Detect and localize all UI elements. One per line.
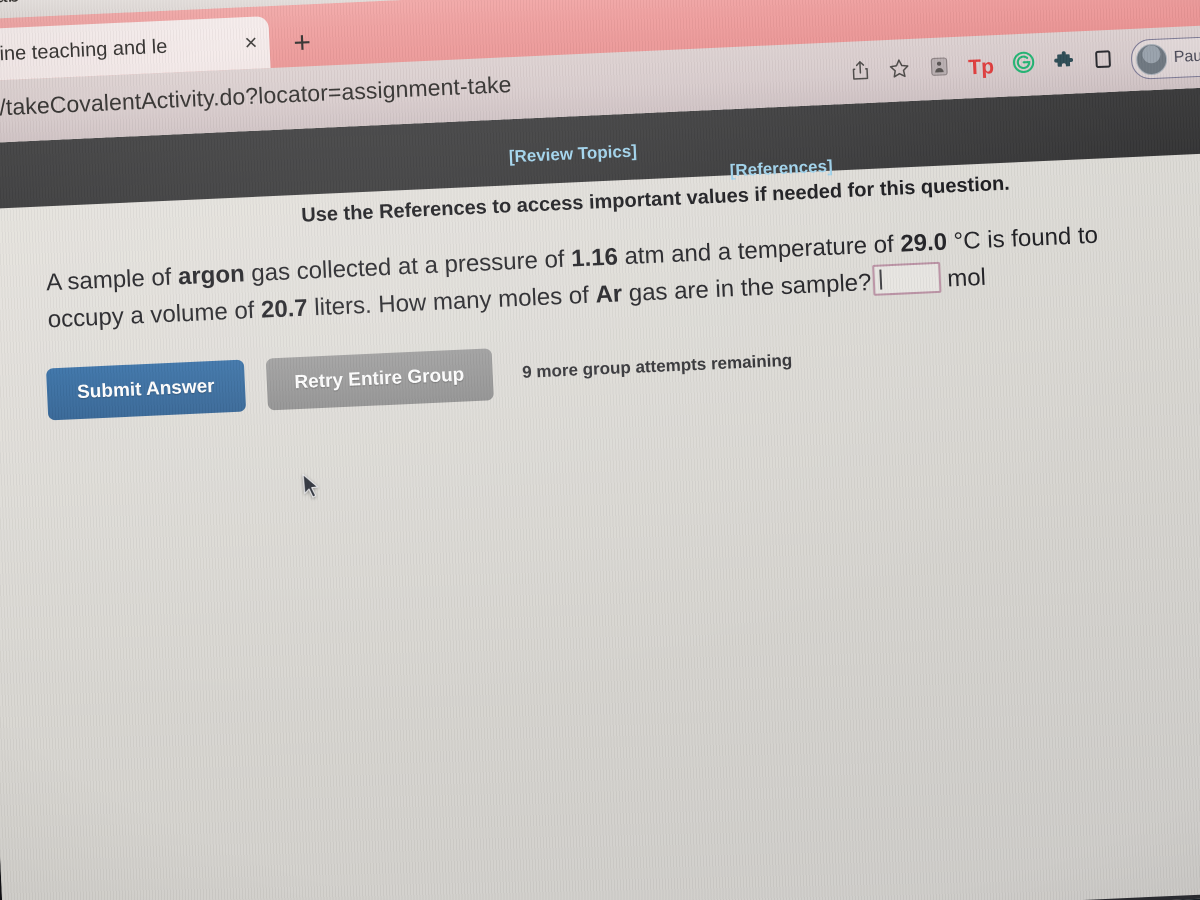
close-icon[interactable]: × — [244, 30, 258, 56]
answer-unit-label: mol — [946, 263, 987, 293]
screenshot-stage: ab Window Help — [0, 0, 1200, 900]
question-part-3: atm and a temperature of — [617, 230, 901, 271]
grammarly-icon[interactable] — [1011, 50, 1035, 79]
answer-input[interactable] — [872, 261, 942, 296]
turnitin-icon[interactable]: Tp — [967, 54, 995, 79]
menu-bar-app-menus: ab Window Help — [0, 0, 218, 10]
menu-window[interactable]: Window — [55, 0, 136, 6]
references-link[interactable]: [References] — [729, 157, 833, 182]
profile-status-label: Paused — [1173, 46, 1200, 67]
mouse-cursor — [301, 472, 323, 508]
bookmark-star-icon[interactable] — [888, 56, 911, 84]
extensions-puzzle-icon[interactable] — [1052, 49, 1075, 77]
question-temperature-value: 29.0 — [899, 228, 948, 258]
browser-tab-title: | Online teaching and le — [0, 35, 168, 67]
submit-answer-button[interactable]: Submit Answer — [45, 359, 246, 421]
sidebar-icon[interactable] — [1092, 47, 1113, 75]
laptop-screen: ab Window Help — [0, 0, 1200, 900]
question-text: A sample of argon gas collected at a pre… — [45, 215, 1137, 338]
question-pressure-value: 1.16 — [570, 243, 619, 273]
web-page-content: [Review Topics] [References] Use the Ref… — [0, 85, 1200, 900]
turnitin-label: Tp — [967, 54, 995, 79]
question-formula: Ar — [594, 280, 623, 309]
question-part-6: gas are in the sample? — [621, 268, 872, 308]
question-substance: argon — [177, 260, 246, 291]
browser-toolbar-icons: Tp Paused — [850, 34, 1200, 94]
question-volume-value: 20.7 — [260, 294, 309, 324]
question-part-2: gas collected at a pressure of — [244, 245, 572, 288]
question-part-1: A sample of — [45, 263, 179, 297]
profile-button[interactable]: Paused — [1129, 34, 1200, 80]
review-topics-link[interactable]: [Review Topics] — [508, 141, 637, 167]
retry-entire-group-button[interactable]: Retry Entire Group — [265, 348, 494, 411]
reader-icon[interactable] — [928, 55, 951, 83]
new-tab-button[interactable]: + — [293, 26, 312, 60]
action-button-row: Submit Answer Retry Entire Group 9 more … — [45, 335, 793, 421]
profile-avatar — [1135, 42, 1168, 76]
menu-tab-truncated[interactable]: ab — [0, 0, 20, 8]
share-icon[interactable] — [850, 58, 871, 86]
attempts-remaining-text: 9 more group attempts remaining — [521, 350, 793, 382]
question-part-5: liters. How many moles of — [307, 281, 597, 322]
address-bar-url[interactable]: gnment/takeCovalentActivity.do?locator=a… — [0, 71, 512, 125]
text-caret — [879, 269, 883, 290]
